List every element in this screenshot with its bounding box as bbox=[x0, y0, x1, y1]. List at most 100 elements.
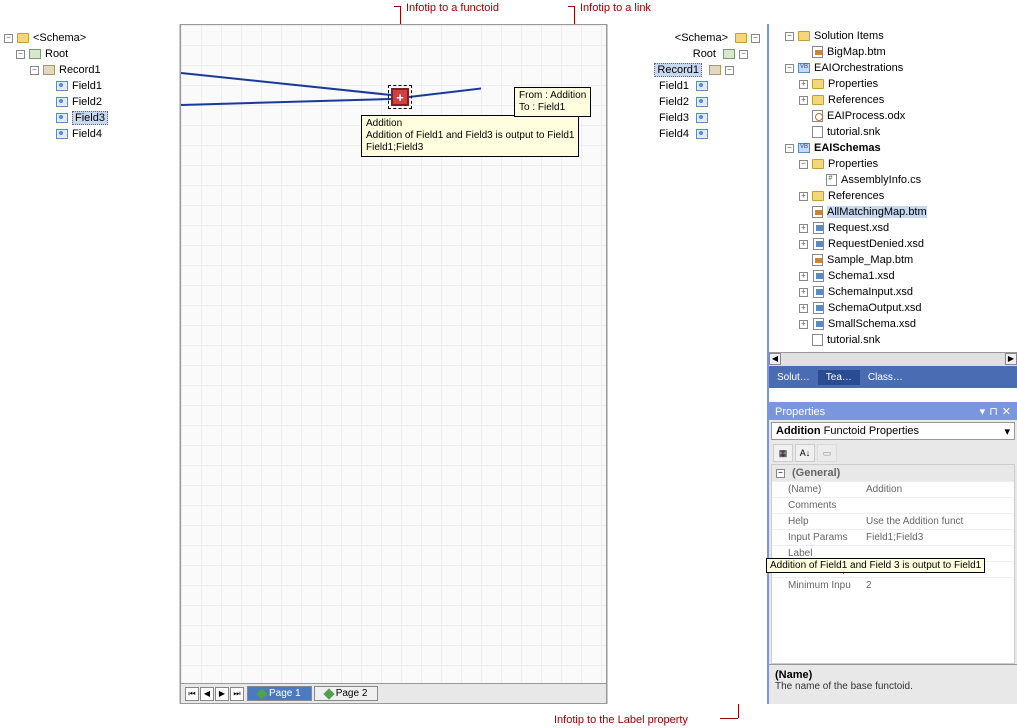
root-node[interactable]: Root bbox=[693, 48, 716, 60]
solution-item[interactable]: Sample_Map.btm bbox=[771, 252, 1015, 268]
property-row[interactable]: Input ParamsField1;Field3 bbox=[772, 529, 1014, 545]
field-node[interactable]: Field2 bbox=[659, 96, 689, 108]
solution-item-label[interactable]: EAIOrchestrations bbox=[814, 62, 903, 74]
solution-item-label[interactable]: SchemaInput.xsd bbox=[828, 286, 913, 298]
toggle[interactable]: − bbox=[785, 32, 794, 41]
toggle[interactable]: − bbox=[785, 144, 794, 153]
solution-item-label[interactable]: Sample_Map.btm bbox=[827, 254, 913, 266]
solution-item[interactable]: tutorial.snk bbox=[771, 124, 1015, 140]
page-tab-2[interactable]: Page 2 bbox=[314, 686, 379, 701]
toggle[interactable]: − bbox=[799, 160, 808, 169]
field-node[interactable]: Field1 bbox=[659, 80, 689, 92]
toggle-collapse[interactable]: − bbox=[751, 34, 760, 43]
solution-item[interactable]: + Schema1.xsd bbox=[771, 268, 1015, 284]
field-node[interactable]: Field4 bbox=[659, 128, 689, 140]
solution-item[interactable]: BigMap.btm bbox=[771, 44, 1015, 60]
solution-item-label[interactable]: Properties bbox=[828, 158, 878, 170]
toggle-collapse[interactable]: − bbox=[725, 66, 734, 75]
solution-item-label[interactable]: References bbox=[828, 94, 884, 106]
page-last-button[interactable]: ⏭ bbox=[230, 687, 244, 701]
property-row[interactable]: Minimum Inpu2 bbox=[772, 577, 1014, 593]
property-value[interactable] bbox=[862, 498, 1014, 513]
dropdown-icon[interactable]: ▾ bbox=[980, 405, 986, 418]
solution-item-label[interactable]: Solution Items bbox=[814, 30, 884, 42]
root-node[interactable]: Root bbox=[45, 48, 68, 60]
toggle-collapse[interactable]: − bbox=[4, 34, 13, 43]
source-schema-tree[interactable]: −<Schema> −Root −Record1 Field1 Field2 F… bbox=[0, 24, 180, 704]
categorized-button[interactable]: ▦ bbox=[773, 444, 793, 462]
solution-item[interactable]: + SchemaInput.xsd bbox=[771, 284, 1015, 300]
field-node[interactable]: Field2 bbox=[72, 96, 102, 108]
solution-item-label[interactable]: RequestDenied.xsd bbox=[828, 238, 924, 250]
toggle[interactable]: + bbox=[799, 96, 808, 105]
record-node[interactable]: Record1 bbox=[59, 64, 101, 76]
field-node[interactable]: Field4 bbox=[72, 128, 102, 140]
toggle[interactable]: − bbox=[785, 64, 794, 73]
page-first-button[interactable]: ⏮ bbox=[185, 687, 199, 701]
solution-item[interactable]: + References bbox=[771, 188, 1015, 204]
toggle-collapse[interactable]: − bbox=[739, 50, 748, 59]
solution-item-label[interactable]: AssemblyInfo.cs bbox=[841, 174, 921, 186]
solution-item[interactable]: EAIProcess.odx bbox=[771, 108, 1015, 124]
solution-item-label[interactable]: AllMatchingMap.btm bbox=[827, 206, 927, 218]
tab-class[interactable]: Class… bbox=[860, 370, 911, 385]
solution-item-label[interactable]: References bbox=[828, 190, 884, 202]
solution-item-label[interactable]: tutorial.snk bbox=[827, 334, 880, 346]
toggle[interactable]: + bbox=[799, 288, 808, 297]
toggle-collapse[interactable]: − bbox=[16, 50, 25, 59]
solution-explorer[interactable]: − Solution Items BigMap.btm − EAIOrchestrati… bbox=[769, 24, 1017, 402]
property-value[interactable]: 2 bbox=[862, 578, 1014, 593]
solution-item[interactable]: tutorial.snk bbox=[771, 332, 1015, 348]
property-pages-button[interactable]: ▭ bbox=[817, 444, 837, 462]
toggle[interactable]: + bbox=[799, 272, 808, 281]
page-prev-button[interactable]: ◀ bbox=[200, 687, 214, 701]
property-row[interactable]: HelpUse the Addition funct bbox=[772, 513, 1014, 529]
property-value[interactable]: Addition bbox=[862, 482, 1014, 497]
toggle[interactable]: + bbox=[799, 240, 808, 249]
tab-team[interactable]: Tea… bbox=[818, 370, 860, 385]
schema-root[interactable]: <Schema> bbox=[33, 32, 86, 44]
solution-item-label[interactable]: BigMap.btm bbox=[827, 46, 886, 58]
solution-item-label[interactable]: tutorial.snk bbox=[827, 126, 880, 138]
properties-selection[interactable]: Addition Functoid Properties ▾ bbox=[771, 422, 1015, 440]
record-node-selected[interactable]: Record1 bbox=[654, 63, 702, 77]
property-row[interactable]: (Name)Addition bbox=[772, 481, 1014, 497]
field-node[interactable]: Field3 bbox=[659, 112, 689, 124]
solution-item[interactable]: + SchemaOutput.xsd bbox=[771, 300, 1015, 316]
page-tab-1[interactable]: Page 1 bbox=[247, 686, 312, 701]
toggle[interactable]: + bbox=[799, 320, 808, 329]
addition-functoid[interactable] bbox=[391, 88, 409, 106]
solution-item[interactable]: + RequestDenied.xsd bbox=[771, 236, 1015, 252]
solution-item-label[interactable]: EAISchemas bbox=[814, 142, 881, 154]
property-value[interactable]: Use the Addition funct bbox=[862, 514, 1014, 529]
solution-item[interactable]: − Properties bbox=[771, 156, 1015, 172]
mapper-canvas[interactable]: Addition Addition of Field1 and Field3 i… bbox=[180, 24, 607, 704]
solution-item[interactable]: AllMatchingMap.btm bbox=[771, 204, 1015, 220]
chevron-down-icon[interactable]: ▾ bbox=[1004, 425, 1010, 438]
alphabetical-button[interactable]: A↓ bbox=[795, 444, 815, 462]
close-icon[interactable]: ✕ bbox=[1002, 405, 1011, 418]
solution-item[interactable]: +SmallSchema.xsd bbox=[771, 316, 1015, 332]
solution-item[interactable]: − EAISchemas bbox=[771, 140, 1015, 156]
destination-schema-tree[interactable]: <Schema>− Root− Record1− Field1 Field2 F… bbox=[607, 24, 767, 704]
toggle[interactable]: + bbox=[799, 304, 808, 313]
toggle[interactable]: + bbox=[799, 80, 808, 89]
toggle-collapse[interactable]: − bbox=[776, 469, 785, 478]
toggle[interactable]: + bbox=[799, 192, 808, 201]
field-node-selected[interactable]: Field3 bbox=[72, 111, 108, 125]
horizontal-scrollbar[interactable]: ◀ ▶ bbox=[769, 352, 1017, 366]
solution-item[interactable]: +Request.xsd bbox=[771, 220, 1015, 236]
solution-item-label[interactable]: SchemaOutput.xsd bbox=[828, 302, 922, 314]
toggle[interactable]: + bbox=[799, 224, 808, 233]
property-row[interactable]: Comments bbox=[772, 497, 1014, 513]
property-value[interactable]: Field1;Field3 bbox=[862, 530, 1014, 545]
solution-item[interactable]: − Solution Items bbox=[771, 28, 1015, 44]
solution-item[interactable]: AssemblyInfo.cs bbox=[771, 172, 1015, 188]
solution-item[interactable]: + Properties bbox=[771, 76, 1015, 92]
schema-root[interactable]: <Schema> bbox=[675, 32, 728, 44]
toggle-collapse[interactable]: − bbox=[30, 66, 39, 75]
solution-item-label[interactable]: Schema1.xsd bbox=[828, 270, 895, 282]
solution-item-label[interactable]: Properties bbox=[828, 78, 878, 90]
page-next-button[interactable]: ▶ bbox=[215, 687, 229, 701]
field-node[interactable]: Field1 bbox=[72, 80, 102, 92]
